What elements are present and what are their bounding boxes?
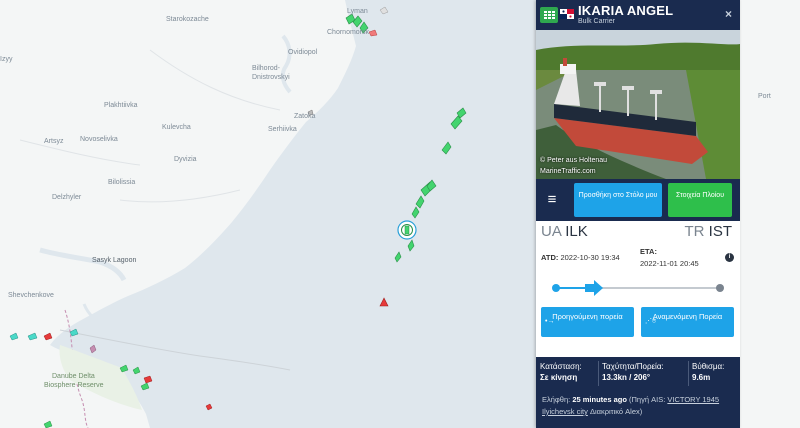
previous-route-button[interactable]: •→ Προηγούμενη πορεία bbox=[541, 307, 634, 337]
ship-type: Bulk Carrier bbox=[578, 18, 615, 25]
selected-vessel-marker[interactable] bbox=[397, 220, 417, 240]
voyage-progress-bar bbox=[556, 287, 720, 289]
atd-label: ATD: bbox=[541, 253, 559, 262]
voyage-section: UA ILK TR IST ATD: 2022-10-30 19:34 ETA:… bbox=[536, 221, 740, 357]
place-label: Shevchenkove bbox=[8, 292, 54, 299]
departure-port[interactable]: UA ILK bbox=[541, 223, 588, 240]
ais-source-suffix: Διακριτικό Alex) bbox=[589, 407, 643, 416]
eta-label: ETA: bbox=[640, 247, 657, 256]
place-label: Lyman bbox=[347, 8, 368, 15]
received-value: 25 minutes ago bbox=[572, 395, 627, 404]
arrival-country-code: TR bbox=[684, 223, 705, 240]
grid-icon[interactable] bbox=[540, 7, 558, 23]
ship-name: IKARIA ANGEL bbox=[578, 3, 674, 18]
flag-panama-icon bbox=[560, 9, 574, 19]
divider bbox=[598, 361, 599, 386]
status-value: Σε κίνηση bbox=[540, 373, 578, 382]
atd-row: ATD: 2022-10-30 19:34 bbox=[541, 253, 620, 262]
status-label: Κατάσταση: bbox=[540, 362, 582, 371]
eta-value: 2022-11-01 20:45 bbox=[640, 259, 699, 268]
previous-route-label: Προηγούμενη πορεία bbox=[552, 312, 623, 321]
vessel-info-panel: IKARIA ANGEL Bulk Carrier × © Peter aus … bbox=[536, 0, 740, 428]
vessel-details-button[interactable]: Στοιχεία Πλοίου bbox=[668, 183, 732, 217]
place-label: Biosphere Reserve bbox=[44, 382, 104, 389]
place-label: Sasyk Lagoon bbox=[92, 257, 137, 264]
arrival-dot bbox=[716, 284, 724, 292]
place-label: Novoselivka bbox=[80, 136, 118, 143]
projected-route-button[interactable]: ⋰⌾ Αναμενόμενη Πορεία bbox=[641, 307, 734, 337]
speed-course-label: Ταχύτητα/Πορεία: bbox=[602, 362, 664, 371]
departure-country-code: UA bbox=[541, 223, 562, 240]
place-label: Bilolissia bbox=[108, 179, 136, 186]
place-label: Starokozache bbox=[166, 16, 209, 23]
place-label: Kulevcha bbox=[162, 124, 191, 131]
place-label: Danube Delta bbox=[52, 373, 95, 380]
ais-source-label: (Πηγή AIS: bbox=[629, 395, 666, 404]
vessel-stats-bar: Κατάσταση: Σε κίνηση Ταχύτητα/Πορεία: 13… bbox=[536, 357, 740, 390]
action-bar: ≡ Προσθήκη στο Στόλο μου Στοιχεία Πλοίου bbox=[536, 179, 740, 221]
place-label: Plakhtiivka bbox=[104, 102, 138, 109]
place-label: Serhiivka bbox=[268, 126, 297, 133]
draught-value: 9.6m bbox=[692, 373, 711, 382]
place-label: Ovidiopol bbox=[288, 49, 318, 56]
place-label: Bilhorod-Dnistrovskyi bbox=[252, 65, 290, 81]
arrival-port[interactable]: TR IST bbox=[684, 223, 732, 240]
place-label: Dyvizia bbox=[174, 156, 197, 163]
atd-value: 2022-10-30 19:34 bbox=[560, 253, 620, 262]
place-label: Delzhyler bbox=[52, 194, 82, 201]
departure-dot bbox=[552, 284, 560, 292]
photo-credit: © Peter aus Holtenau bbox=[540, 157, 608, 164]
place-label: Artsyz bbox=[44, 138, 64, 145]
vessel-photo[interactable]: © Peter aus Holtenau MarineTraffic.com bbox=[536, 30, 740, 179]
place-label: Izyy bbox=[0, 56, 13, 63]
divider bbox=[688, 361, 689, 386]
panel-header: IKARIA ANGEL Bulk Carrier × bbox=[536, 0, 740, 30]
status-stat: Κατάσταση: Σε κίνηση bbox=[540, 361, 598, 383]
place-label: Zatoka bbox=[294, 113, 316, 120]
speed-course-value: 13.3kn / 206° bbox=[602, 373, 651, 382]
draught-label: Βύθισμα: bbox=[692, 362, 725, 371]
add-to-fleet-button[interactable]: Προσθήκη στο Στόλο μου bbox=[574, 183, 662, 217]
route-track-icon: •→ bbox=[545, 318, 555, 325]
departure-port-code: ILK bbox=[565, 223, 588, 240]
place-label: Chornomorsk bbox=[327, 29, 370, 36]
position-received-info: Ελήφθη: 25 minutes ago (Πηγή AIS: VICTOR… bbox=[536, 390, 740, 428]
draught-stat: Βύθισμα: 9.6m bbox=[692, 361, 738, 383]
vessel-position-arrow-icon bbox=[584, 280, 603, 296]
menu-icon[interactable]: ≡ bbox=[540, 185, 564, 215]
route-pin-icon: ⋰⌾ bbox=[645, 318, 657, 325]
photo-site: MarineTraffic.com bbox=[540, 168, 596, 175]
land-east bbox=[740, 0, 800, 428]
projected-route-label: Αναμενόμενη Πορεία bbox=[652, 312, 723, 321]
speed-course-stat: Ταχύτητα/Πορεία: 13.3kn / 206° bbox=[602, 361, 690, 383]
place-label: Port bbox=[758, 93, 771, 100]
arrival-port-code: IST bbox=[708, 223, 732, 240]
info-icon[interactable]: i bbox=[725, 253, 734, 262]
received-label: Ελήφθη: bbox=[542, 395, 571, 404]
close-button[interactable]: × bbox=[725, 7, 732, 21]
